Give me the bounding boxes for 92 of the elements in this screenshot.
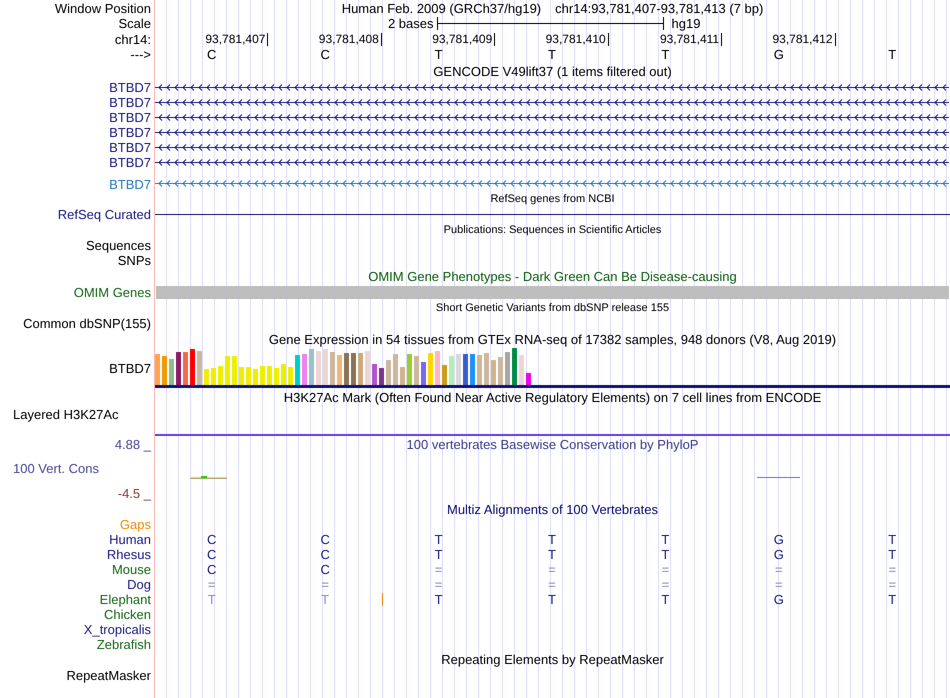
coordinate-label: 93,781,412 [772, 33, 833, 45]
aligned-base: G [774, 533, 784, 546]
track-label[interactable]: BTBD7 [109, 178, 151, 191]
track-label[interactable]: Rhesus [106, 548, 151, 561]
coordinate-label: 93,781,411 [660, 33, 720, 45]
aligned-base: = [548, 563, 556, 576]
track-label[interactable]: Common dbSNP(155) [23, 317, 151, 330]
track-label[interactable]: 4.88 _ [114, 438, 151, 450]
aligned-base: C [207, 563, 216, 576]
track-label[interactable]: Scale [118, 17, 151, 30]
aligned-base: T [208, 593, 216, 606]
aligned-base: T [888, 593, 896, 606]
aligned-base: G [774, 548, 784, 561]
track-label[interactable]: BTBD7 [109, 96, 151, 109]
aligned-base: T [321, 593, 330, 606]
base-letter: T [434, 48, 443, 61]
base-letter: T [888, 48, 896, 61]
aligned-base: = [208, 578, 216, 591]
aligned-base: = [548, 578, 556, 591]
aligned-base: G [774, 593, 784, 606]
aligned-base: T [434, 548, 443, 561]
aligned-base: T [888, 548, 896, 561]
aligned-base: T [661, 593, 670, 606]
track-title: 100 vertebrates Basewise Conservation by PhyloP [406, 438, 698, 450]
base-letter: C [320, 48, 330, 61]
aligned-base: C [320, 533, 330, 546]
track-label[interactable]: chr14: [114, 32, 151, 46]
track-label[interactable]: X_tropicalis [84, 623, 151, 636]
track-label[interactable]: -4.5 _ [118, 487, 151, 500]
track-label[interactable]: Dog [127, 578, 151, 591]
track-label[interactable]: Chicken [104, 608, 151, 621]
base-letter: C [207, 48, 216, 61]
assembly-label: hg19 [672, 17, 700, 30]
track-label[interactable]: RefSeq Curated [58, 208, 151, 221]
track-label[interactable]: Human [109, 533, 151, 546]
coordinate-label: 93,781,408 [318, 33, 379, 45]
track-title: Repeating Elements by RepeatMasker [441, 653, 664, 666]
aligned-base: T [661, 548, 670, 561]
track-label[interactable]: Sequences [86, 239, 151, 252]
aligned-base: = [775, 563, 783, 576]
track-title: H3K27Ac Mark (Often Found Near Active Regulatory Elements) on 7 cell lines from ENCODE [284, 390, 822, 404]
aligned-base: T [548, 593, 556, 606]
aligned-base: = [888, 563, 896, 576]
coordinate-label: 93,781,410 [546, 33, 606, 45]
track-title: Multiz Alignments of 100 Vertebrates [446, 503, 658, 516]
aligned-base: T [548, 548, 556, 561]
track-title: GENCODE V49lift37 (1 items filtered out) [433, 64, 672, 78]
aligned-base: T [548, 533, 556, 546]
aligned-base: C [320, 548, 330, 561]
track-title: RefSeq genes from NCBI [490, 194, 615, 204]
track-label[interactable]: Elephant [100, 593, 151, 606]
coordinate-label: 93,781,407 [205, 33, 266, 45]
track-label[interactable]: Layered H3K27Ac [13, 408, 119, 421]
aligned-base: = [434, 563, 442, 576]
position-title: chr14:93,781,407-93,781,413 (7 bp) [555, 2, 764, 14]
track-label[interactable]: BTBD7 [109, 111, 151, 124]
aligned-base: = [888, 578, 896, 591]
aligned-base: = [662, 578, 670, 591]
track-label[interactable]: BTBD7 [109, 156, 151, 169]
aligned-base: C [207, 548, 216, 561]
track-label[interactable]: Zebrafish [96, 638, 151, 651]
coordinate-label: 93,781,409 [432, 33, 492, 45]
aligned-base: T [888, 533, 896, 546]
track-label[interactable]: BTBD7 [109, 362, 151, 374]
aligned-base: T [434, 593, 443, 606]
track-title: OMIM Gene Phenotypes - Dark Green Can Be Disease-causing [368, 270, 737, 283]
aligned-base: T [661, 533, 670, 546]
track-label[interactable]: ---> [130, 48, 151, 61]
aligned-base: C [207, 533, 216, 546]
aligned-base: C [320, 563, 330, 576]
track-label[interactable]: BTBD7 [109, 141, 151, 154]
track-label[interactable]: Window Position [54, 2, 151, 14]
track-label[interactable]: RepeatMasker [66, 668, 151, 682]
aligned-base: = [775, 578, 783, 591]
track-label[interactable]: Mouse [112, 563, 151, 576]
aligned-base: = [321, 578, 329, 591]
scale-text: 2 bases [388, 17, 434, 30]
track-label[interactable]: OMIM Genes [74, 286, 151, 299]
track-title: Publications: Sequences in Scientific Articles [444, 224, 662, 236]
base-letter: G [774, 48, 784, 61]
track-label[interactable]: 100 Vert. Cons [13, 462, 99, 475]
track-title: Short Genetic Variants from dbSNP release 155 [436, 302, 670, 314]
track-title: Gene Expression in 54 tissues from GTEx RNA-seq of 17382 samples, 948 donors (V8, Aug 2019) [268, 333, 836, 346]
aligned-base: T [434, 533, 443, 546]
assembly-title: Human Feb. 2009 (GRCh37/hg19) [342, 2, 542, 14]
track-label[interactable]: BTBD7 [109, 126, 151, 139]
aligned-base: = [662, 563, 670, 576]
base-letter: T [661, 48, 670, 61]
track-label[interactable]: SNPs [118, 254, 151, 267]
track-label[interactable]: BTBD7 [109, 81, 151, 94]
base-letter: T [548, 48, 556, 61]
aligned-base: = [434, 578, 442, 591]
